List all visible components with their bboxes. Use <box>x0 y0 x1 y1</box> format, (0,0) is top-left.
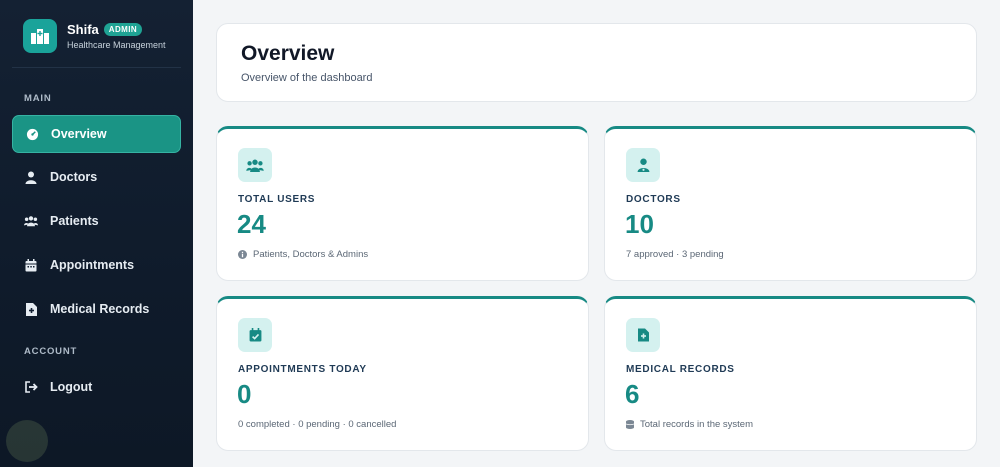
stat-note-text: Total records in the system <box>640 419 753 430</box>
stat-note: Total records in the system <box>626 419 753 430</box>
brand: Shifa ADMIN Healthcare Management <box>23 19 166 53</box>
stat-note-text: 7 approved · 3 pending <box>626 249 724 260</box>
sidebar-divider <box>12 67 181 68</box>
stat-value: 24 <box>237 209 266 239</box>
sidebar-item-patients[interactable]: Patients <box>12 202 181 240</box>
sidebar-item-label: Medical Records <box>50 302 150 316</box>
stat-label: TOTAL USERS <box>238 194 316 205</box>
logout-icon <box>24 380 38 394</box>
sidebar-item-label: Doctors <box>50 170 98 184</box>
database-icon <box>626 420 634 429</box>
info-icon <box>238 250 247 259</box>
brand-name: Shifa <box>67 22 99 37</box>
calendar-icon <box>24 258 38 272</box>
stat-value: 0 <box>237 379 252 409</box>
section-account: ACCOUNT <box>24 346 78 357</box>
file-medical-icon <box>24 302 38 316</box>
user-doctor-icon <box>24 170 38 184</box>
gauge-icon <box>25 127 39 141</box>
stat-note: 0 completed · 0 pending · 0 cancelled <box>238 419 396 430</box>
file-medical-icon <box>626 318 660 352</box>
page-title: Overview <box>241 42 335 65</box>
sidebar-item-overview[interactable]: Overview <box>12 115 181 153</box>
stat-card-total-users: TOTAL USERS 24 Patients, Doctors & Admin… <box>216 126 589 281</box>
stat-card-medical-records: MEDICAL RECORDS 6 Total records in the s… <box>604 296 977 451</box>
calendar-check-icon <box>238 318 272 352</box>
stat-value: 10 <box>625 209 654 239</box>
stat-label: DOCTORS <box>626 194 681 205</box>
sidebar-item-label: Patients <box>50 214 99 228</box>
stat-label: MEDICAL RECORDS <box>626 364 735 375</box>
sidebar-item-medical-records[interactable]: Medical Records <box>12 290 181 328</box>
logout-button[interactable]: Logout <box>12 368 181 406</box>
stat-note-text: 0 completed · 0 pending · 0 cancelled <box>238 419 397 430</box>
stat-card-appointments-today: APPOINTMENTS TODAY 0 0 completed · 0 pen… <box>216 296 589 451</box>
logout-label: Logout <box>50 380 93 394</box>
brand-subtitle: Healthcare Management <box>67 40 166 50</box>
stat-card-doctors: DOCTORS 10 7 approved · 3 pending <box>604 126 977 281</box>
stat-note-text: Patients, Doctors & Admins <box>253 249 369 260</box>
overview-header: Overview Overview of the dashboard <box>216 23 977 102</box>
role-badge: ADMIN <box>103 23 143 36</box>
stat-value: 6 <box>625 379 640 409</box>
section-main: MAIN <box>24 93 52 104</box>
sidebar-item-doctors[interactable]: Doctors <box>12 158 181 196</box>
page-subtitle: Overview of the dashboard <box>241 72 373 84</box>
stat-note: 7 approved · 3 pending <box>626 249 724 260</box>
sidebar-item-label: Appointments <box>50 258 135 272</box>
sidebar-item-appointments[interactable]: Appointments <box>12 246 181 284</box>
users-icon <box>24 214 38 228</box>
sidebar-item-label: Overview <box>51 127 107 141</box>
sidebar: Shifa ADMIN Healthcare Management MAIN O… <box>0 0 193 467</box>
watermark-logo <box>6 420 48 462</box>
user-doctor-icon <box>626 148 660 182</box>
hospital-icon <box>23 19 57 53</box>
users-icon <box>238 148 272 182</box>
stat-note: Patients, Doctors & Admins <box>238 249 368 260</box>
stat-label: APPOINTMENTS TODAY <box>238 364 367 375</box>
